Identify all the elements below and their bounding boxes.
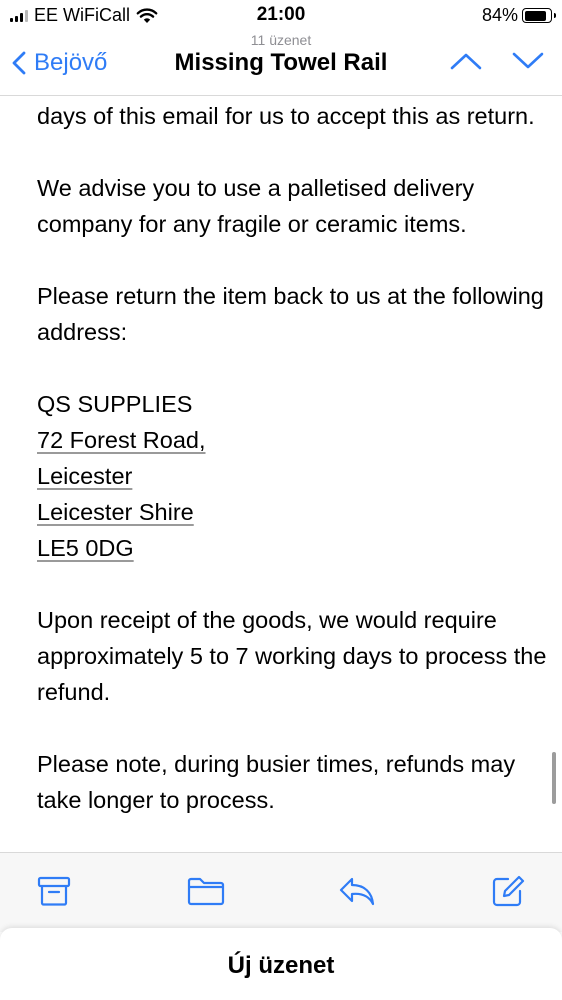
- address-county-link[interactable]: Leicester Shire: [37, 494, 547, 530]
- bottom-toolbar: [0, 852, 562, 932]
- battery-percent: 84%: [481, 5, 518, 25]
- compose-icon[interactable]: [491, 875, 525, 907]
- address-street-link[interactable]: 72 Forest Road,: [37, 422, 547, 458]
- sheet-title: Új üzenet: [227, 952, 335, 979]
- email-paragraph: Please return the item back to us at the…: [37, 283, 544, 345]
- clock: 21:00: [256, 4, 306, 25]
- scrollbar[interactable]: [552, 752, 556, 804]
- new-message-sheet[interactable]: Új üzenet: [0, 928, 562, 1000]
- message-navigation: [450, 52, 544, 70]
- reply-icon[interactable]: [338, 875, 376, 907]
- email-paragraph: We advise you to use a palletised delive…: [37, 175, 475, 237]
- address-city-link[interactable]: Leicester: [37, 458, 547, 494]
- message-count: 11 üzenet: [250, 32, 312, 48]
- navigation-bar: Bejövő 11 üzenet Missing Towel Rail: [0, 30, 562, 96]
- status-bar: EE WiFiCall 21:00 84%: [0, 0, 562, 32]
- folder-icon[interactable]: [187, 875, 225, 907]
- battery-icon: [522, 8, 556, 23]
- archive-icon[interactable]: [37, 875, 71, 907]
- email-paragraph: Upon receipt of the goods, we would requ…: [37, 607, 547, 705]
- address-postcode-link[interactable]: LE5 0DG: [37, 530, 547, 566]
- address-company: QS SUPPLIES: [37, 391, 193, 417]
- return-address: QS SUPPLIES 72 Forest Road, Leicester Le…: [37, 386, 547, 566]
- battery-group: 84%: [481, 5, 556, 26]
- email-paragraph: days of this email for us to accept this…: [37, 103, 535, 129]
- battery-level: [524, 10, 546, 21]
- chevron-down-icon[interactable]: [512, 52, 544, 70]
- email-paragraph: Please note, during busier times, refund…: [37, 751, 516, 813]
- chevron-up-icon[interactable]: [450, 52, 482, 70]
- email-body[interactable]: days of this email for us to accept this…: [37, 98, 547, 850]
